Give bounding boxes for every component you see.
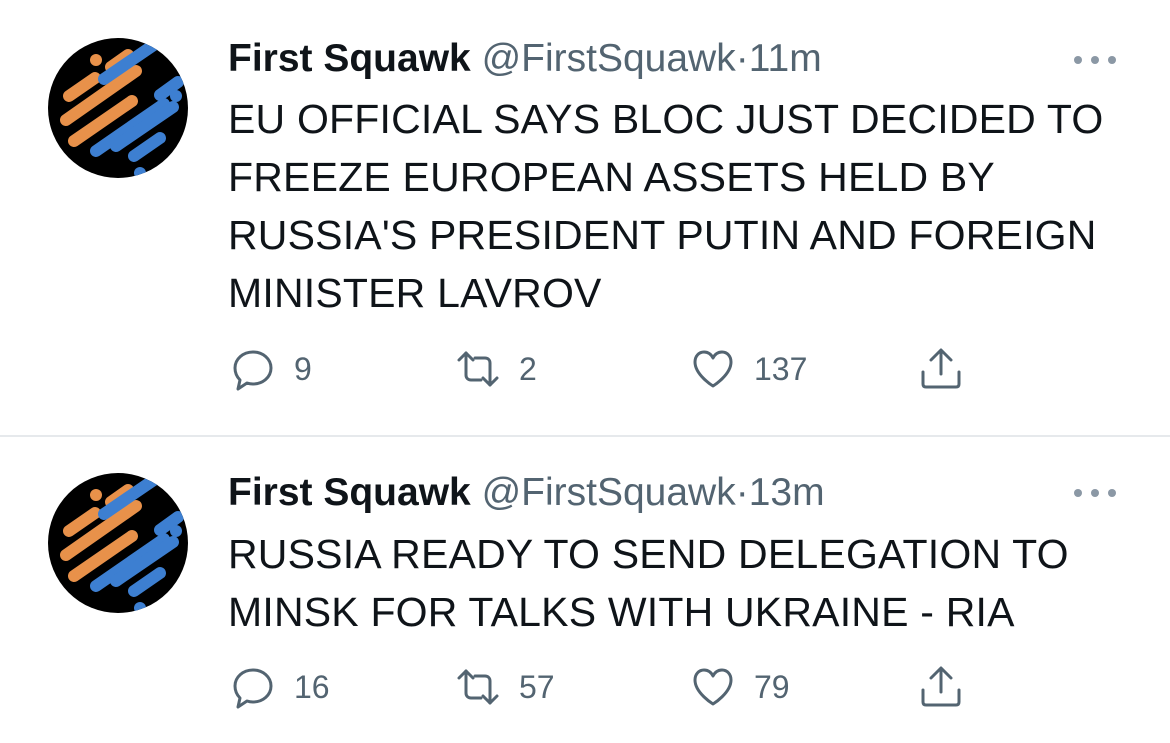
tweet-text: RUSSIA READY TO SEND DELEGATION TO MINSK…: [228, 531, 1069, 635]
tweet-timestamp[interactable]: 11m: [749, 37, 822, 80]
more-options-button[interactable]: [1070, 483, 1120, 503]
heart-icon: [693, 350, 733, 388]
like-button[interactable]: 137: [690, 347, 807, 391]
retweet-button[interactable]: 57: [455, 665, 555, 709]
reply-button[interactable]: 16: [230, 665, 330, 709]
tweet[interactable]: First Squawk @FirstSquawk·13m RUSSIA REA…: [0, 437, 1170, 743]
like-button[interactable]: 79: [690, 665, 790, 709]
tweet-timestamp[interactable]: 13m: [749, 471, 825, 514]
like-count: 79: [754, 668, 790, 705]
tweet[interactable]: First Squawk @FirstSquawk·11m EU OFFICIA…: [0, 0, 1170, 435]
retweet-button[interactable]: 2: [455, 347, 537, 391]
reply-count: 16: [294, 668, 330, 705]
more-horizontal-icon: [1074, 489, 1116, 497]
share-button[interactable]: [918, 665, 964, 709]
separator-dot: ·: [735, 471, 749, 514]
avatar[interactable]: [48, 38, 188, 178]
tweet-header: First Squawk @FirstSquawk·13m: [228, 470, 825, 516]
heart-icon: [693, 668, 733, 706]
user-handle[interactable]: @FirstSquawk: [482, 471, 736, 514]
like-count: 137: [754, 350, 808, 387]
reply-count: 9: [294, 350, 312, 387]
user-handle[interactable]: @FirstSquawk: [482, 37, 736, 80]
tweet-header: First Squawk @FirstSquawk·11m: [228, 36, 822, 82]
retweet-arrows-icon: [457, 351, 499, 387]
reply-button[interactable]: 9: [230, 347, 312, 391]
display-name[interactable]: First Squawk: [228, 471, 471, 514]
more-options-button[interactable]: [1070, 50, 1120, 70]
first-squawk-logo-icon: [60, 473, 184, 613]
share-upload-icon: [921, 666, 961, 707]
tweet-text: EU OFFICIAL SAYS BLOC JUST DECIDED TO FR…: [228, 96, 1104, 316]
retweet-count: 2: [519, 350, 537, 387]
share-upload-icon: [921, 348, 961, 389]
display-name[interactable]: First Squawk: [228, 37, 471, 80]
avatar[interactable]: [48, 473, 188, 613]
more-horizontal-icon: [1074, 56, 1116, 64]
share-button[interactable]: [918, 347, 964, 391]
retweet-count: 57: [519, 668, 555, 705]
separator-dot: ·: [735, 37, 749, 80]
retweet-arrows-icon: [457, 669, 499, 705]
speech-bubble-icon: [233, 668, 273, 709]
speech-bubble-icon: [233, 350, 273, 391]
first-squawk-logo-icon: [60, 38, 184, 178]
